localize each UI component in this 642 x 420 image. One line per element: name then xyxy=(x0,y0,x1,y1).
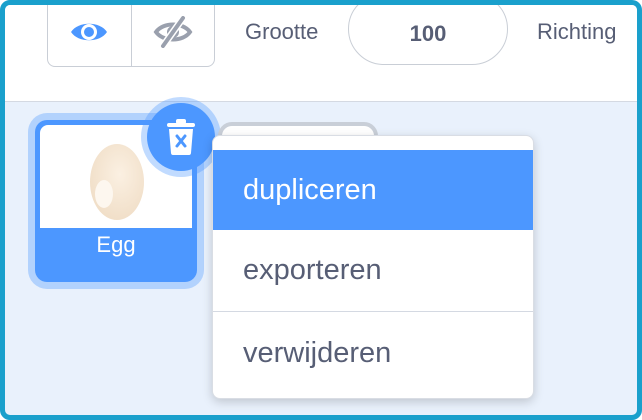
delete-sprite-button[interactable] xyxy=(147,103,215,171)
sprite-name: Egg xyxy=(96,232,136,257)
sprite-pane-frame: Grootte 100 Richting Egg dupliceren expo… xyxy=(0,0,642,420)
size-label: Grootte xyxy=(245,19,319,44)
trash-icon xyxy=(167,119,195,155)
menu-item-export[interactable]: exporteren xyxy=(213,230,533,310)
size-input[interactable]: 100 xyxy=(348,5,508,65)
eye-icon xyxy=(71,23,108,41)
menu-item-delete[interactable]: verwijderen xyxy=(213,312,533,394)
eye-slash-icon xyxy=(153,16,193,48)
hide-sprite-button[interactable] xyxy=(130,5,215,66)
sprite-context-menu: dupliceren exporteren verwijderen xyxy=(212,135,534,399)
menu-item-duplicate[interactable]: dupliceren xyxy=(213,150,533,230)
show-sprite-button[interactable] xyxy=(48,5,131,66)
visibility-toggle-group xyxy=(47,5,215,67)
sprite-info-bar: Grootte 100 Richting xyxy=(5,5,637,102)
direction-label: Richting xyxy=(537,19,617,44)
